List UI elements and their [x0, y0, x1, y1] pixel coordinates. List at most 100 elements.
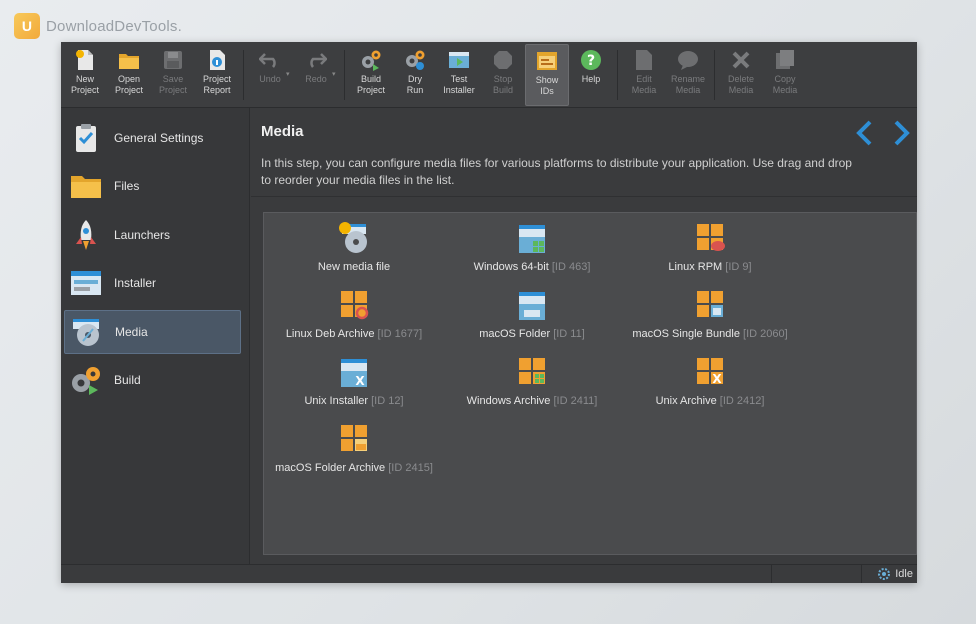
- chevron-left-icon: [856, 120, 872, 146]
- folder-icon: [70, 170, 102, 202]
- redo-icon: [305, 49, 327, 71]
- media-item-linux-rpm[interactable]: Linux RPM [ID 9]: [620, 221, 800, 281]
- new-media-icon: [338, 221, 370, 255]
- build-gears-icon: [360, 49, 382, 71]
- delete-media-button[interactable]: Delete Media: [719, 44, 763, 106]
- unix-installer-icon: X: [338, 355, 370, 389]
- dry-run-button[interactable]: Dry Run: [393, 44, 437, 106]
- test-installer-icon: [448, 49, 470, 71]
- media-item-name: Linux RPM: [668, 261, 723, 273]
- media-item-id: [ID 11]: [553, 328, 585, 340]
- build-gears-icon: [70, 364, 102, 396]
- status-cell: [861, 565, 862, 583]
- checklist-icon: [70, 122, 102, 154]
- new-project-icon: [74, 49, 96, 71]
- toolbar: New Project Open Project Save Project Pr…: [61, 42, 917, 108]
- edit-media-icon: [633, 49, 655, 71]
- windows-installer-icon: [516, 221, 548, 255]
- new-project-label: New Project: [70, 74, 99, 95]
- media-item-name: Windows 64-bit: [473, 261, 549, 273]
- media-item-name: Linux Deb Archive: [285, 328, 375, 340]
- save-project-button[interactable]: Save Project: [151, 44, 195, 106]
- sidebar-item-build[interactable]: Build: [64, 358, 241, 402]
- sidebar-item-media[interactable]: Media: [64, 310, 241, 354]
- redo-label: Redo: [305, 74, 327, 84]
- open-project-label: Open Project: [114, 74, 143, 95]
- delete-icon: [730, 49, 752, 71]
- copy-media-button[interactable]: Copy Media: [763, 44, 807, 106]
- macos-archive-icon: [338, 422, 370, 456]
- header-divider: [251, 196, 917, 197]
- media-item-id: [ID 463]: [551, 261, 591, 273]
- main-content: Media In this step, you can configure me…: [251, 108, 917, 583]
- media-item-macos-folder[interactable]: macOS Folder [ID 11]: [442, 288, 622, 348]
- media-item-unix-installer[interactable]: X Unix Installer [ID 12]: [264, 355, 444, 415]
- media-item-id: [ID 12]: [371, 395, 404, 407]
- new-project-button[interactable]: New Project: [63, 44, 107, 106]
- toolbar-separator: [344, 50, 345, 100]
- windows-archive-icon: [516, 355, 548, 389]
- sidebar-item-label: Build: [114, 373, 141, 387]
- test-installer-button[interactable]: Test Installer: [437, 44, 481, 106]
- open-folder-icon: [118, 49, 140, 71]
- media-item-id: [ID 2412]: [719, 395, 765, 407]
- media-disc-icon: [71, 316, 103, 348]
- test-installer-label: Test Installer: [443, 74, 475, 95]
- show-ids-icon: [536, 50, 558, 72]
- help-label: Help: [581, 74, 601, 84]
- sidebar-item-launchers[interactable]: Launchers: [64, 213, 241, 257]
- media-item-id: [ID 1677]: [377, 328, 423, 340]
- project-report-button[interactable]: Project Report: [195, 44, 239, 106]
- sidebar-item-installer[interactable]: Installer: [64, 261, 241, 305]
- show-ids-button[interactable]: Show IDs: [525, 44, 569, 106]
- unix-archive-icon: X: [694, 355, 726, 389]
- stop-build-button[interactable]: Stop Build: [481, 44, 525, 106]
- status-bar: Idle: [61, 564, 917, 583]
- copy-media-label: Copy Media: [772, 74, 798, 95]
- media-item-unix-archive[interactable]: X Unix Archive [ID 2412]: [620, 355, 800, 415]
- undo-icon: [259, 49, 281, 71]
- edit-media-button[interactable]: Edit Media: [622, 44, 666, 106]
- chevron-right-icon: [894, 120, 910, 146]
- media-list[interactable]: New media file Windows 64-bit [ID 463] L…: [263, 212, 917, 555]
- sidebar-item-general-settings[interactable]: General Settings: [64, 116, 241, 160]
- media-item-name: macOS Single Bundle: [632, 328, 740, 340]
- rocket-icon: [70, 219, 102, 251]
- watermark-logo-icon: U: [14, 13, 40, 39]
- media-item-new[interactable]: New media file: [264, 221, 444, 281]
- media-item-windows-64[interactable]: Windows 64-bit [ID 463]: [442, 221, 622, 281]
- undo-dropdown-arrow-icon[interactable]: ▾: [286, 42, 294, 104]
- toolbar-separator: [617, 50, 618, 100]
- media-item-id: [ID 9]: [725, 261, 752, 273]
- watermark-text: DownloadDevTools.: [46, 17, 182, 35]
- toolbar-separator: [243, 50, 244, 100]
- svg-text:X: X: [712, 372, 722, 386]
- sidebar: General Settings Files Launchers Install…: [61, 108, 250, 583]
- sidebar-item-files[interactable]: Files: [64, 164, 241, 208]
- edit-media-label: Edit Media: [631, 74, 657, 95]
- copy-media-icon: [774, 49, 796, 71]
- show-ids-label: Show IDs: [535, 75, 559, 96]
- dry-run-icon: [404, 49, 426, 71]
- rename-media-button[interactable]: Rename Media: [666, 44, 710, 106]
- status-text: Idle: [895, 568, 913, 580]
- redo-dropdown-arrow-icon[interactable]: ▾: [332, 42, 340, 104]
- back-arrow-button[interactable]: [851, 118, 877, 148]
- media-item-windows-archive[interactable]: Windows Archive [ID 2411]: [442, 355, 622, 415]
- help-button[interactable]: ? Help: [569, 44, 613, 106]
- media-item-macos-folder-archive[interactable]: macOS Folder Archive [ID 2415]: [264, 422, 444, 482]
- media-item-name: Windows Archive: [466, 395, 551, 407]
- forward-arrow-button[interactable]: [889, 118, 915, 148]
- media-item-name: New media file: [317, 261, 391, 273]
- report-icon: [206, 49, 228, 71]
- media-item-macos-bundle[interactable]: macOS Single Bundle [ID 2060]: [620, 288, 800, 348]
- open-project-button[interactable]: Open Project: [107, 44, 151, 106]
- media-item-linux-deb[interactable]: Linux Deb Archive [ID 1677]: [264, 288, 444, 348]
- dry-run-label: Dry Run: [406, 74, 424, 95]
- media-item-name: Unix Archive: [655, 395, 717, 407]
- build-project-button[interactable]: Build Project: [349, 44, 393, 106]
- page-description: In this step, you can configure media fi…: [261, 156, 852, 187]
- save-icon: [162, 49, 184, 71]
- rename-media-icon: [677, 49, 699, 71]
- save-project-label: Save Project: [158, 74, 187, 95]
